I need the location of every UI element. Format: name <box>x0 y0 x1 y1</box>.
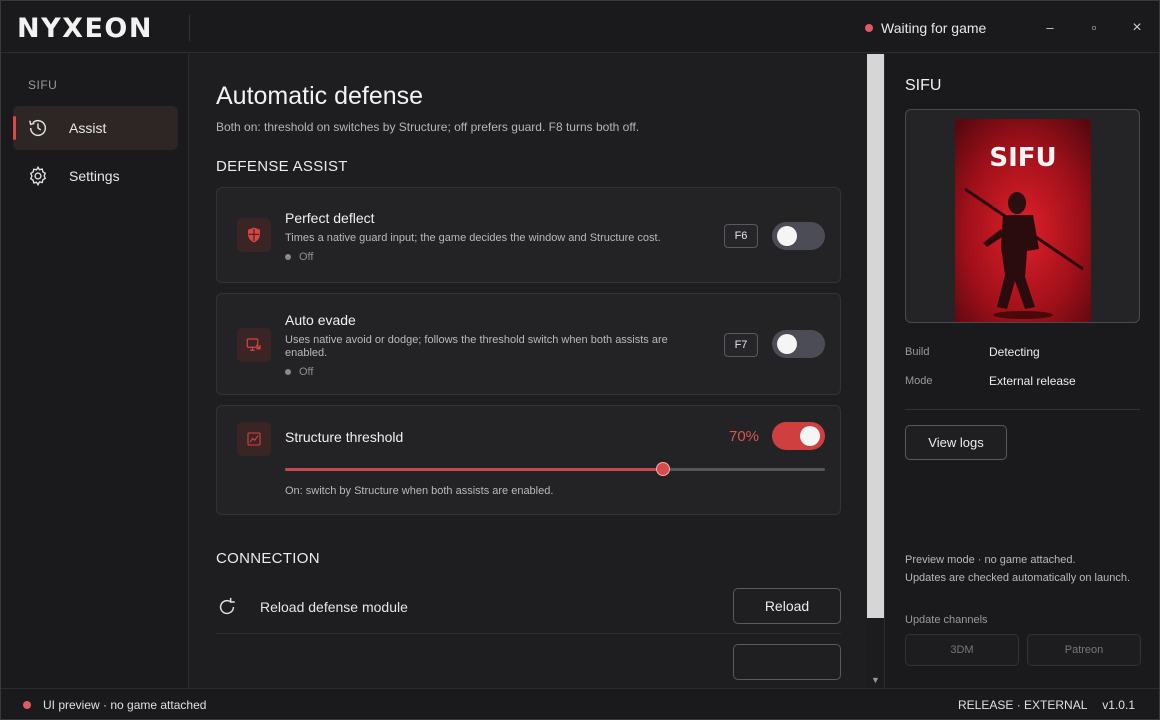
structure-threshold-toggle[interactable] <box>772 422 825 450</box>
state-dot-icon <box>285 254 291 260</box>
threshold-slider[interactable] <box>285 462 825 476</box>
status-bar-left: UI preview · no game attached <box>23 698 206 712</box>
status-text: Waiting for game <box>881 20 987 36</box>
status-dot-icon <box>23 701 31 709</box>
close-button[interactable]: × <box>1123 15 1151 41</box>
page-subtitle: Both on: threshold on switches by Struct… <box>216 120 640 134</box>
update-channels-label: Update channels <box>905 614 988 626</box>
perfect-deflect-card: Perfect deflect Times a native guard inp… <box>216 187 841 283</box>
channel-3dm-button[interactable]: 3DM <box>905 634 1019 666</box>
game-cover-image: SIFU <box>955 119 1091 322</box>
card-icon-box <box>237 218 271 252</box>
toggle-knob <box>800 426 820 446</box>
build-label: Build <box>905 346 930 358</box>
sidebar-item-label: Settings <box>69 168 120 184</box>
evade-icon <box>246 338 261 351</box>
state-text: Off <box>299 251 314 263</box>
maximize-button[interactable]: ▫ <box>1080 15 1108 41</box>
connection-section-title: CONNECTION <box>216 550 320 567</box>
sidebar-item-settings[interactable]: Settings <box>13 154 178 198</box>
shield-icon <box>248 227 260 243</box>
connection-row-button[interactable] <box>733 644 841 680</box>
panel-divider <box>905 409 1140 410</box>
card-title: Perfect deflect <box>285 210 375 226</box>
reload-button[interactable]: Reload <box>733 588 841 624</box>
status-bar: UI preview · no game attached RELEASE · … <box>1 688 1159 719</box>
cover-frame: SIFU <box>905 109 1140 323</box>
card-description: Times a native guard input; the game dec… <box>285 232 661 244</box>
gear-icon <box>29 165 47 187</box>
sidebar-item-assist[interactable]: Assist <box>13 106 178 150</box>
update-note: Updates are checked automatically on lau… <box>905 572 1131 584</box>
threshold-note: On: switch by Structure when both assist… <box>285 485 554 497</box>
title-divider <box>189 15 190 41</box>
state-dot-icon <box>285 369 291 375</box>
defense-section-title: DEFENSE ASSIST <box>216 158 348 175</box>
page-title: Automatic defense <box>216 82 424 110</box>
card-state: Off <box>285 366 313 378</box>
title-bar: NYXEON Waiting for game – ▫ × <box>1 1 1159 53</box>
hotkey-badge: F6 <box>724 224 758 248</box>
mode-label: Mode <box>905 375 933 387</box>
card-title: Auto evade <box>285 312 356 328</box>
release-label: RELEASE · EXTERNAL <box>958 698 1087 712</box>
hotkey-badge: F7 <box>724 333 758 357</box>
game-info-panel: SIFU SIFU Build Detecting Mode External … <box>884 54 1159 688</box>
main-content: Automatic defense Both on: threshold on … <box>190 54 867 688</box>
connection-status: Waiting for game <box>865 20 986 36</box>
view-logs-button[interactable]: View logs <box>905 425 1007 460</box>
scroll-thumb[interactable] <box>867 54 884 618</box>
preview-note: Preview mode · no game attached. <box>905 554 1076 566</box>
main-scrollbar[interactable]: ▼ <box>867 54 884 688</box>
reload-module-label: Reload defense module <box>260 599 408 615</box>
card-icon-box <box>237 422 271 456</box>
slider-fill <box>285 468 663 471</box>
toggle-knob <box>777 226 797 246</box>
scroll-down-icon[interactable]: ▼ <box>867 674 884 686</box>
slider-handle[interactable] <box>656 462 670 476</box>
reload-module-row: Reload defense module Reload <box>216 584 841 634</box>
card-state: Off <box>285 251 313 263</box>
threshold-value: 70% <box>729 428 760 445</box>
perfect-deflect-toggle[interactable] <box>772 222 825 250</box>
card-icon-box <box>237 328 271 362</box>
reload-icon <box>219 597 235 615</box>
version-label: v1.0.1 <box>1102 698 1135 712</box>
card-title: Structure threshold <box>285 429 404 445</box>
build-value: Detecting <box>989 345 1040 359</box>
auto-evade-card: Auto evade Uses native avoid or dodge; f… <box>216 293 841 395</box>
game-title: SIFU <box>905 77 942 94</box>
state-text: Off <box>299 366 314 378</box>
app-window: NYXEON Waiting for game – ▫ × SIFU Assis… <box>0 0 1160 720</box>
app-logo: NYXEON <box>17 13 153 44</box>
structure-threshold-card: Structure threshold 70% On: switch by St… <box>216 405 841 515</box>
chart-icon <box>247 432 261 446</box>
channel-patreon-button[interactable]: Patreon <box>1027 634 1141 666</box>
auto-evade-toggle[interactable] <box>772 330 825 358</box>
sidebar-item-label: Assist <box>69 120 107 136</box>
status-dot-icon <box>865 24 873 32</box>
toggle-knob <box>777 334 797 354</box>
status-bar-right: RELEASE · EXTERNAL v1.0.1 <box>946 698 1135 712</box>
minimize-button[interactable]: – <box>1036 15 1064 41</box>
cover-title: SIFU <box>989 143 1056 173</box>
status-bar-text: UI preview · no game attached <box>43 698 207 712</box>
sidebar-section-title: SIFU <box>28 78 58 92</box>
mode-value: External release <box>989 374 1076 388</box>
card-description: Uses native avoid or dodge; follows the … <box>285 334 668 359</box>
history-icon <box>29 120 47 137</box>
sidebar: SIFU Assist Settings <box>1 54 189 688</box>
